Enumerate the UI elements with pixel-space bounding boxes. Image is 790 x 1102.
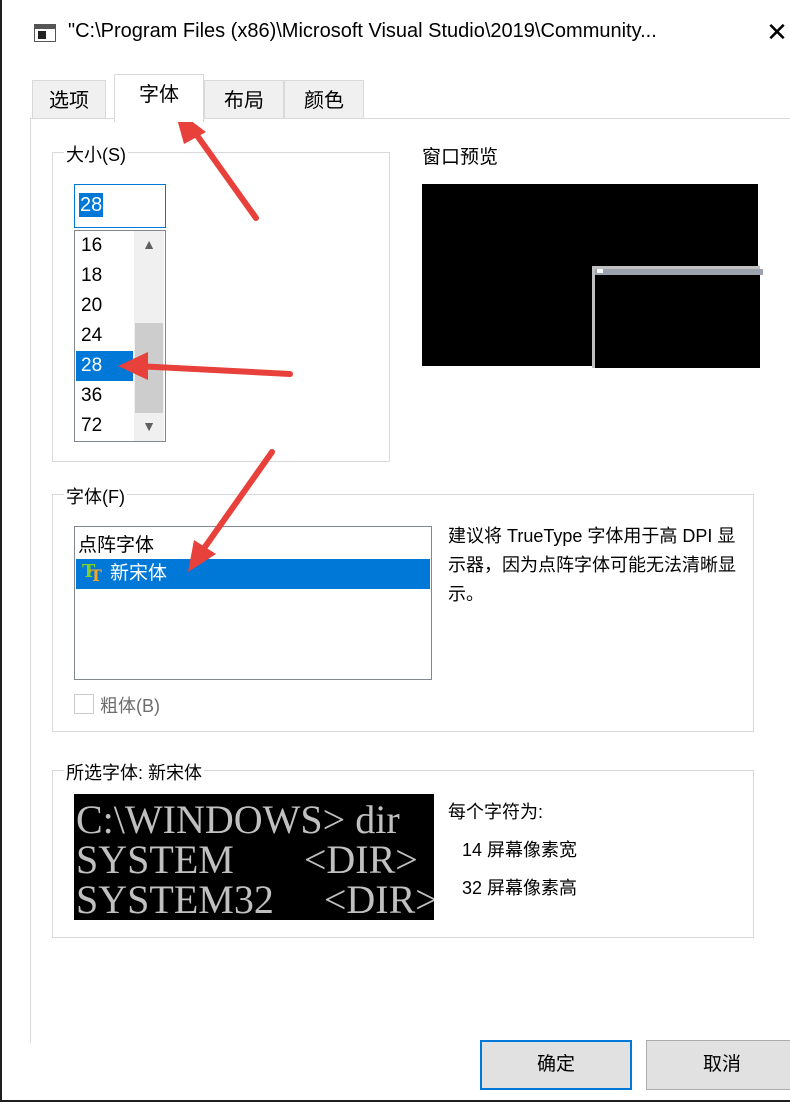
size-item[interactable]: 20 (76, 291, 133, 321)
window-title: "C:\Program Files (x86)\Microsoft Visual… (68, 20, 657, 42)
tab-options[interactable]: 选项 (32, 80, 106, 120)
font-item-label: 点阵字体 (78, 535, 155, 556)
font-item-raster[interactable]: 点阵字体 (76, 531, 430, 561)
bold-checkbox-label: 粗体(B) (100, 696, 160, 716)
truetype-icon: TT (82, 560, 102, 585)
font-item-selected[interactable]: T T 新宋体 (76, 559, 430, 589)
size-list[interactable]: 16 18 20 24 28 36 72 ▲ ▼ (74, 230, 166, 442)
preview-console-window (592, 266, 763, 368)
size-group-label: 大小(S) (64, 141, 128, 167)
size-item[interactable]: 18 (76, 261, 133, 291)
font-list[interactable]: 点阵字体 T T 新宋体 (74, 526, 432, 680)
window-preview-label: 窗口预览 (422, 147, 499, 168)
console-properties-window: "C:\Program Files (x86)\Microsoft Visual… (0, 0, 790, 1102)
selected-font-label: 所选字体: 新宋体 (64, 759, 205, 785)
truetype-hint-text: 建议将 TrueType 字体用于高 DPI 显示器，因为点阵字体可能无法清晰显… (448, 526, 736, 604)
size-item[interactable]: 24 (76, 321, 133, 351)
cancel-button[interactable]: 取消 (646, 1040, 790, 1090)
size-item-selected[interactable]: 28 (76, 351, 133, 381)
tab-colors[interactable]: 颜色 (284, 80, 364, 120)
size-item[interactable]: 36 (76, 381, 133, 411)
size-item[interactable]: 16 (76, 231, 133, 261)
scrollbar-thumb[interactable] (135, 323, 163, 413)
scroll-down-arrow-icon[interactable]: ▼ (134, 413, 164, 439)
tab-strip: 选项 字体 布局 颜色 (2, 64, 790, 122)
sample-line: SYSTEM32 <DIR> (76, 877, 434, 920)
console-window-icon (34, 24, 56, 42)
font-group-label: 字体(F) (64, 483, 127, 509)
ok-button[interactable]: 确定 (480, 1040, 632, 1090)
size-input[interactable]: 28 (74, 184, 166, 228)
sample-line: C:\WINDOWS> dir (76, 797, 400, 842)
char-info-title: 每个字符为: (448, 802, 544, 822)
size-list-scrollbar[interactable]: ▲ ▼ (134, 231, 164, 441)
close-button[interactable]: ✕ (762, 14, 790, 50)
tab-layout[interactable]: 布局 (204, 80, 284, 120)
sample-line: SYSTEM <DIR> (76, 837, 418, 882)
tab-font[interactable]: 字体 (114, 74, 204, 122)
size-input-value: 28 (79, 193, 104, 217)
font-sample-preview: C:\WINDOWS> dir SYSTEM <DIR> SYSTEM32 <D… (74, 794, 434, 920)
font-item-label: 新宋体 (110, 563, 168, 584)
title-bar[interactable]: "C:\Program Files (x86)\Microsoft Visual… (2, 0, 790, 64)
window-preview (422, 184, 763, 368)
scroll-up-arrow-icon[interactable]: ▲ (134, 231, 164, 257)
char-width-text: 14 屏幕像素宽 (462, 840, 578, 860)
bold-checkbox[interactable] (74, 694, 94, 714)
char-height-text: 32 屏幕像素高 (462, 878, 578, 898)
size-item[interactable]: 72 (76, 411, 133, 441)
